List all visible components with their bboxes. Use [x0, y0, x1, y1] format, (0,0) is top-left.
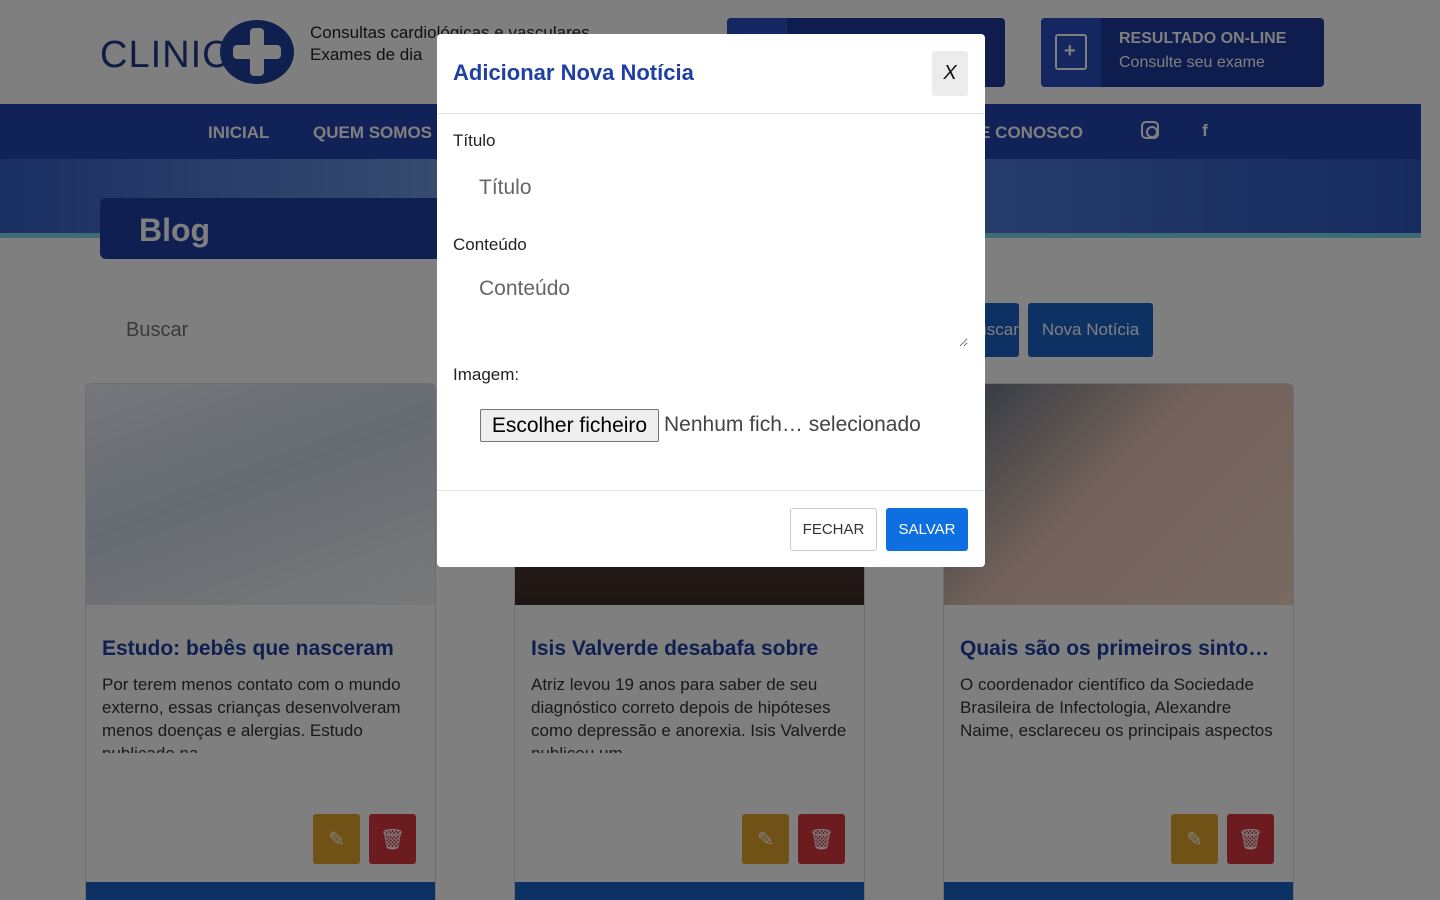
titulo-label: Título: [453, 131, 496, 150]
titulo-input[interactable]: [453, 166, 968, 210]
close-icon[interactable]: X: [932, 51, 968, 96]
close-button[interactable]: FECHAR: [790, 508, 877, 551]
file-status: Nenhum fich… selecionado: [664, 413, 921, 436]
modal-title: Adicionar Nova Notícia: [453, 60, 694, 85]
imagem-label: Imagem:: [453, 365, 520, 384]
choose-file-button[interactable]: Escolher ficheiro: [480, 409, 659, 442]
modal-footer: FECHAR SALVAR: [437, 490, 985, 567]
add-news-modal: Adicionar Nova Notícia X Título Conteúdo…: [437, 34, 985, 567]
modal-header: Adicionar Nova Notícia X: [437, 34, 985, 114]
conteudo-textarea[interactable]: [453, 269, 968, 347]
conteudo-label: Conteúdo: [453, 235, 527, 254]
save-button[interactable]: SALVAR: [886, 508, 968, 551]
